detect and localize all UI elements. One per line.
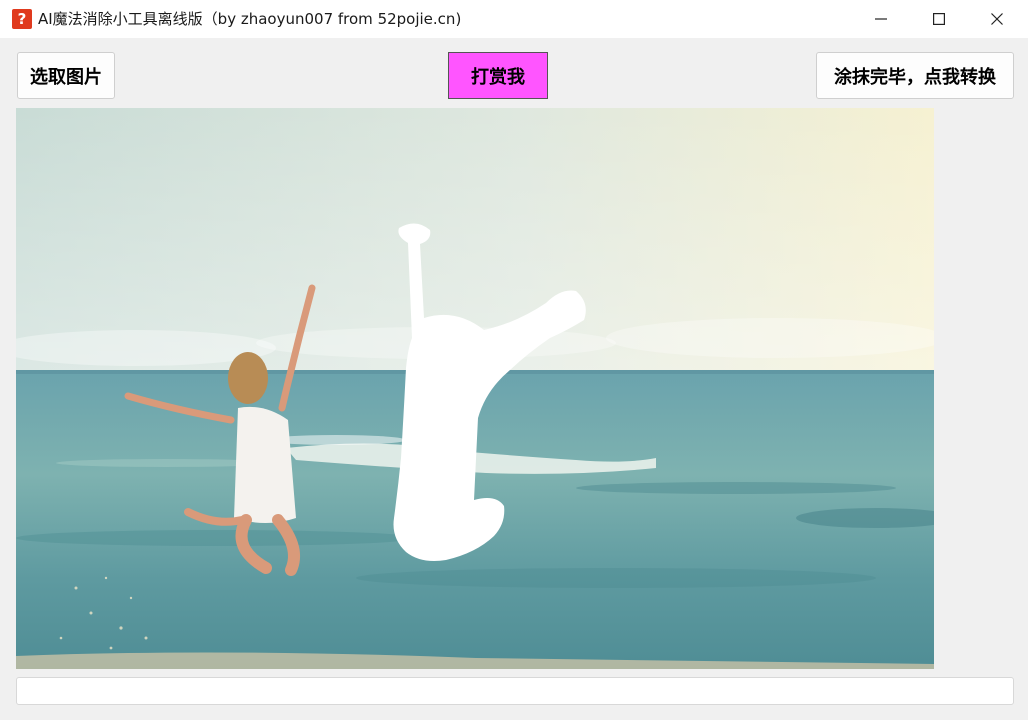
app-window: ? AI魔法消除小工具离线版（by zhaoyun007 from 52poji… xyxy=(0,0,1028,720)
question-mark-icon: ? xyxy=(12,9,32,29)
minimize-button[interactable] xyxy=(852,0,910,38)
close-button[interactable] xyxy=(968,0,1026,38)
title-bar[interactable]: ? AI魔法消除小工具离线版（by zhaoyun007 from 52poji… xyxy=(0,0,1028,38)
window-title: AI魔法消除小工具离线版（by zhaoyun007 from 52pojie.… xyxy=(38,10,462,28)
donate-button[interactable]: 打赏我 xyxy=(448,52,548,99)
status-bar xyxy=(16,677,1014,705)
minimize-icon xyxy=(875,18,887,20)
maximize-icon xyxy=(933,13,945,25)
close-icon xyxy=(991,13,1003,25)
image-canvas[interactable] xyxy=(16,108,934,669)
convert-button[interactable]: 涂抹完毕，点我转换 xyxy=(816,52,1014,99)
maximize-button[interactable] xyxy=(910,0,968,38)
beach-photo xyxy=(16,108,934,669)
select-image-button[interactable]: 选取图片 xyxy=(17,52,115,99)
